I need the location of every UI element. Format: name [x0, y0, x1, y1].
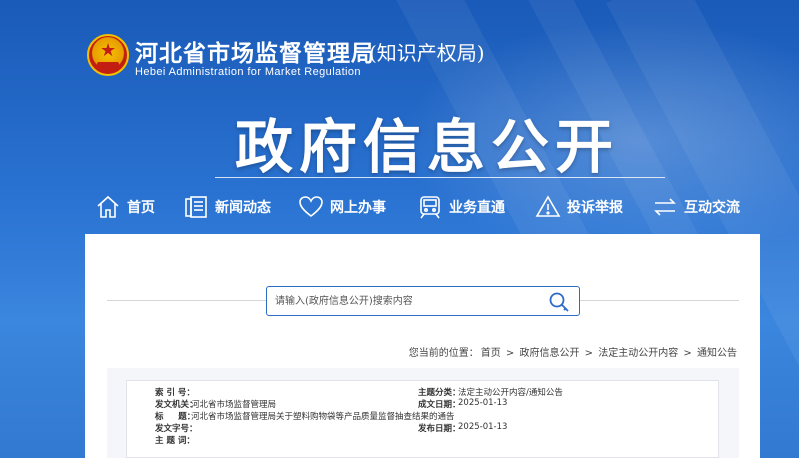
- breadcrumb-link-gov-info[interactable]: 政府信息公开: [519, 348, 579, 359]
- meta-label-published: 发布日期：: [418, 424, 461, 434]
- warning-icon: [535, 195, 561, 217]
- nav-item-label: 新闻动态: [215, 200, 271, 216]
- search-input[interactable]: [275, 292, 525, 311]
- breadcrumb: 您当前的位置： 首页 > 政府信息公开 > 法定主动公开内容 > 通知公告: [408, 344, 738, 359]
- search-button[interactable]: [547, 290, 571, 314]
- search-divider-left: [107, 300, 266, 301]
- meta-label-title: 标 题：: [155, 412, 196, 422]
- document-meta-section: 索 引 号： 主题分类： 法定主动公开内容/通知公告 发文机关： 河北省市场监督…: [107, 368, 739, 458]
- meta-label-keywords: 主 题 词：: [155, 436, 195, 446]
- nav-item-home[interactable]: 首页: [95, 190, 155, 224]
- meta-label-category: 主题分类：: [418, 388, 461, 398]
- nav-item-complaint[interactable]: 投诉举报: [535, 190, 623, 224]
- breadcrumb-link-notices[interactable]: 通知公告: [697, 348, 737, 359]
- nav-item-label: 首页: [127, 200, 155, 216]
- heart-icon: [299, 196, 323, 218]
- meta-label-created: 成文日期：: [418, 400, 461, 410]
- meta-value-title: 河北省市场监督管理局关于塑料购物袋等产品质量监督抽查结果的通告: [191, 412, 455, 422]
- meta-value-created: 2025-01-13: [458, 398, 508, 408]
- emblem-star-icon: ★: [100, 40, 117, 61]
- content-panel: 您当前的位置：首页 > 政府信息公开 > 法定主动公开内容 > 通知公告 索 引…: [85, 234, 760, 458]
- meta-value-category: 法定主动公开内容/通知公告: [458, 388, 563, 398]
- nav-item-label: 网上办事: [330, 200, 386, 216]
- nav-item-label: 业务直通: [449, 200, 505, 216]
- banner-title: 政府信息公开: [234, 113, 619, 181]
- banner-underline: [215, 177, 665, 178]
- search-icon: [549, 292, 569, 312]
- search-divider-right: [580, 300, 739, 301]
- document-meta-table: 索 引 号： 主题分类： 法定主动公开内容/通知公告 发文机关： 河北省市场监督…: [126, 380, 719, 458]
- breadcrumb-prefix: 您当前的位置：: [408, 348, 479, 359]
- meta-value-published: 2025-01-13: [458, 422, 508, 432]
- org-name-sub: (知识产权局): [369, 41, 485, 65]
- breadcrumb-separator: >: [505, 348, 515, 359]
- breadcrumb-separator: >: [683, 348, 692, 359]
- news-icon: [185, 196, 207, 218]
- breadcrumb-separator: >: [584, 348, 594, 359]
- train-icon: [420, 196, 440, 219]
- emblem-base: [97, 62, 119, 70]
- meta-label-docno: 发文字号：: [155, 424, 198, 434]
- nav-item-label: 投诉举报: [567, 200, 623, 216]
- main-nav: 首页 新闻动态 网上办事 业务直通 投诉举报 互动交流: [95, 190, 745, 224]
- org-name-cn[interactable]: 河北省市场监督管理局: [135, 34, 375, 68]
- home-icon: [97, 195, 119, 218]
- nav-item-label: 互动交流: [684, 200, 740, 216]
- nav-item-news[interactable]: 新闻动态: [183, 190, 271, 224]
- exchange-icon: [654, 198, 676, 216]
- breadcrumb-link-statutory[interactable]: 法定主动公开内容: [598, 348, 678, 359]
- search-box: [266, 286, 580, 316]
- breadcrumb-link-home[interactable]: 首页: [481, 348, 501, 359]
- nav-item-online-service[interactable]: 网上办事: [298, 190, 386, 224]
- meta-value-issuer: 河北省市场监督管理局: [191, 400, 277, 410]
- national-emblem-logo[interactable]: ★: [87, 34, 129, 76]
- nav-item-business-direct[interactable]: 业务直通: [417, 190, 505, 224]
- meta-label-index: 索 引 号：: [155, 388, 195, 398]
- org-name-en: Hebei Administration for Market Regulati…: [135, 66, 361, 78]
- nav-item-interaction[interactable]: 互动交流: [652, 190, 740, 224]
